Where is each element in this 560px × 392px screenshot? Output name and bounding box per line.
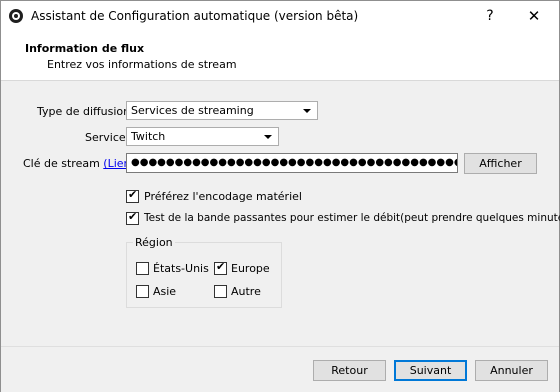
region-asia-label: Asie bbox=[153, 285, 177, 298]
cancel-button[interactable]: Annuler bbox=[475, 360, 548, 381]
broadcast-type-select[interactable]: Services de streaming bbox=[126, 101, 318, 120]
service-select[interactable]: Twitch bbox=[126, 127, 279, 146]
back-button[interactable]: Retour bbox=[313, 360, 386, 381]
wizard-window: Assistant de Configuration automatique (… bbox=[0, 0, 560, 392]
chevron-down-icon bbox=[303, 109, 311, 113]
stream-key-label-group: Clé de stream (Lien) bbox=[23, 157, 135, 170]
service-value: Twitch bbox=[131, 130, 166, 143]
service-label: Service bbox=[85, 131, 126, 144]
next-button[interactable]: Suivant bbox=[394, 360, 467, 381]
help-button[interactable]: ? bbox=[479, 5, 501, 27]
show-key-button[interactable]: Afficher bbox=[464, 153, 537, 174]
bandwidth-test-label: Test de la bande passantes pour estimer … bbox=[144, 212, 560, 224]
stream-key-value: ●●●●●●●●●●●●●●●●●●●●●●●●●●●●●●●●●●●●●●●●… bbox=[131, 157, 457, 168]
page-subtitle: Entrez vos informations de stream bbox=[47, 58, 237, 71]
region-other-label: Autre bbox=[231, 285, 261, 298]
title-bar: Assistant de Configuration automatique (… bbox=[1, 1, 559, 32]
region-groupbox bbox=[126, 242, 282, 308]
page-title: Information de flux bbox=[25, 42, 145, 55]
checkmark-icon: ✔ bbox=[128, 188, 138, 201]
checkmark-icon: ✔ bbox=[216, 260, 226, 273]
window-title: Assistant de Configuration automatique (… bbox=[31, 9, 359, 23]
region-asia-checkbox[interactable] bbox=[136, 285, 149, 298]
region-europe-checkbox[interactable]: ✔ bbox=[214, 260, 227, 275]
close-button[interactable]: ✕ bbox=[521, 5, 547, 27]
hw-encoding-label: Préférez l'encodage matériel bbox=[144, 190, 302, 203]
region-europe-label: Europe bbox=[231, 262, 270, 275]
region-title: Région bbox=[133, 236, 175, 249]
region-other-checkbox[interactable] bbox=[214, 285, 227, 298]
bandwidth-test-checkbox[interactable]: ✔ bbox=[126, 210, 139, 225]
hw-encoding-checkbox[interactable]: ✔ bbox=[126, 188, 139, 203]
obs-logo-icon bbox=[9, 9, 23, 23]
page-header: Information de flux Entrez vos informati… bbox=[1, 32, 559, 81]
region-us-label: États-Unis bbox=[153, 262, 209, 275]
checkmark-icon: ✔ bbox=[128, 210, 138, 223]
region-us-checkbox[interactable] bbox=[136, 262, 149, 275]
stream-key-input[interactable]: ●●●●●●●●●●●●●●●●●●●●●●●●●●●●●●●●●●●●●●●●… bbox=[126, 153, 458, 173]
broadcast-type-value: Services de streaming bbox=[131, 104, 254, 117]
footer-bar: Retour Suivant Annuler bbox=[1, 346, 559, 392]
broadcast-type-label: Type de diffusion bbox=[37, 105, 131, 118]
stream-key-label: Clé de stream bbox=[23, 157, 100, 170]
chevron-down-icon bbox=[264, 135, 272, 139]
